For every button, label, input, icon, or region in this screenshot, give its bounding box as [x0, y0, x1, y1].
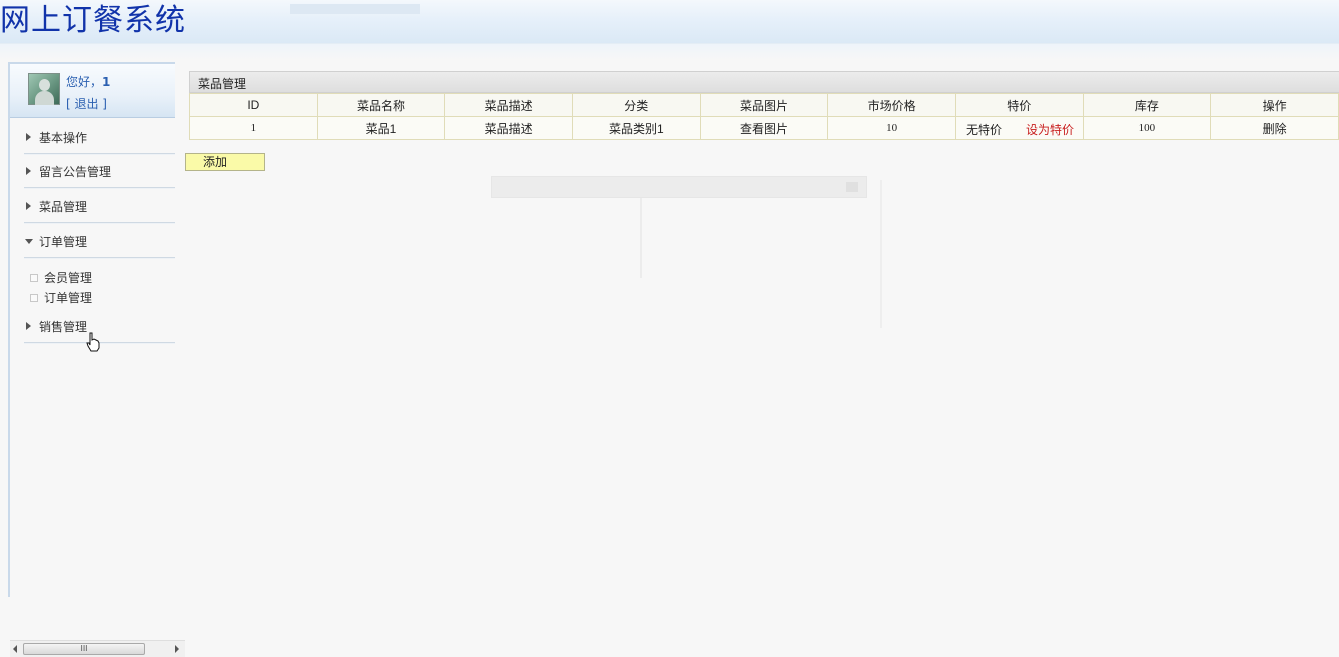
panel-title: 菜品管理	[198, 77, 247, 91]
table-row: 1 菜品1 菜品描述 菜品类别1 查看图片 10 无特价 设为特价 100 删除	[189, 116, 1339, 140]
sidebar-item-messages[interactable]: 留言公告管理	[24, 158, 175, 188]
sidebar-item-label: 销售管理	[39, 320, 88, 334]
sidebar-item-orders[interactable]: 订单管理	[24, 228, 175, 258]
submenu-label: 会员管理	[44, 271, 93, 285]
column-header: 特价	[954, 93, 1084, 117]
avatar	[28, 73, 60, 105]
column-header: 分类	[571, 93, 701, 117]
sidebar-item-label: 留言公告管理	[39, 165, 112, 179]
avatar-body	[35, 91, 54, 105]
scroll-right-icon[interactable]	[175, 645, 179, 653]
set-special-link[interactable]: 设为特价	[1026, 121, 1074, 138]
submenu-member-management[interactable]: 会员管理	[30, 269, 92, 286]
horizontal-scrollbar[interactable]: III	[10, 640, 185, 657]
user-box: 您好，1 [ 退出 ]	[10, 62, 175, 118]
add-button[interactable]: 添加	[185, 153, 265, 171]
ghost-divider	[880, 180, 882, 328]
sidebar-item-label: 订单管理	[39, 235, 88, 249]
cell-special: 无特价 设为特价	[954, 116, 1084, 140]
submenu-label: 订单管理	[44, 291, 93, 305]
chevron-right-icon	[26, 322, 31, 330]
special-status: 无特价	[965, 123, 1002, 137]
chevron-right-icon	[26, 167, 31, 175]
chevron-right-icon	[26, 133, 31, 141]
cell-category: 菜品类别1	[571, 116, 701, 140]
header-band	[0, 44, 1339, 60]
app-title: 网上订餐系统	[0, 3, 186, 38]
app-header: 网上订餐系统	[0, 0, 1339, 44]
bullet-square-icon	[30, 274, 38, 282]
sidebar-item-basic[interactable]: 基本操作	[24, 124, 175, 154]
scrollbar-thumb[interactable]: III	[23, 643, 145, 655]
cell-stock: 100	[1082, 116, 1212, 140]
dish-table: ID 菜品名称 菜品描述 分类 菜品图片 市场价格 特价 库存 操作 1 菜品1…	[189, 93, 1339, 140]
ghost-close-icon	[846, 182, 858, 192]
scroll-left-icon[interactable]	[13, 645, 17, 653]
sidebar-item-label: 菜品管理	[39, 200, 88, 214]
user-name: 1	[102, 75, 111, 89]
ghost-divider	[640, 198, 642, 278]
cell-id: 1	[189, 116, 318, 140]
column-header: 菜品图片	[699, 93, 829, 117]
column-header: ID	[189, 93, 318, 117]
chevron-down-icon	[25, 239, 33, 244]
hand-cursor-icon	[86, 332, 100, 352]
greeting-prefix: 您好，	[66, 75, 103, 89]
view-image-link[interactable]: 查看图片	[699, 116, 829, 140]
ghost-dialog-bar	[491, 176, 867, 198]
delete-link[interactable]: 删除	[1210, 116, 1339, 140]
column-header: 菜品描述	[444, 93, 573, 117]
sidebar-item-dishes[interactable]: 菜品管理	[24, 193, 175, 223]
column-header: 库存	[1082, 93, 1212, 117]
cell-name: 菜品1	[316, 116, 446, 140]
header-decoration	[290, 4, 420, 14]
bullet-square-icon	[30, 294, 38, 302]
logout-link[interactable]: [ 退出 ]	[66, 95, 107, 112]
avatar-head	[39, 79, 50, 91]
panel-header: 菜品管理	[189, 71, 1339, 93]
column-header: 菜品名称	[316, 93, 446, 117]
sidebar-item-label: 基本操作	[39, 131, 88, 145]
chevron-right-icon	[26, 202, 31, 210]
user-greeting: 您好，1	[66, 73, 110, 90]
cell-description: 菜品描述	[444, 116, 573, 140]
submenu-order-management[interactable]: 订单管理	[30, 289, 92, 306]
column-header: 操作	[1210, 93, 1339, 117]
cell-market-price: 10	[827, 116, 956, 140]
table-header-row: ID 菜品名称 菜品描述 分类 菜品图片 市场价格 特价 库存 操作	[189, 93, 1339, 117]
sidebar: 您好，1 [ 退出 ] 基本操作 留言公告管理 菜品管理 订单管理 会员管理 订…	[8, 62, 185, 657]
column-header: 市场价格	[827, 93, 956, 117]
